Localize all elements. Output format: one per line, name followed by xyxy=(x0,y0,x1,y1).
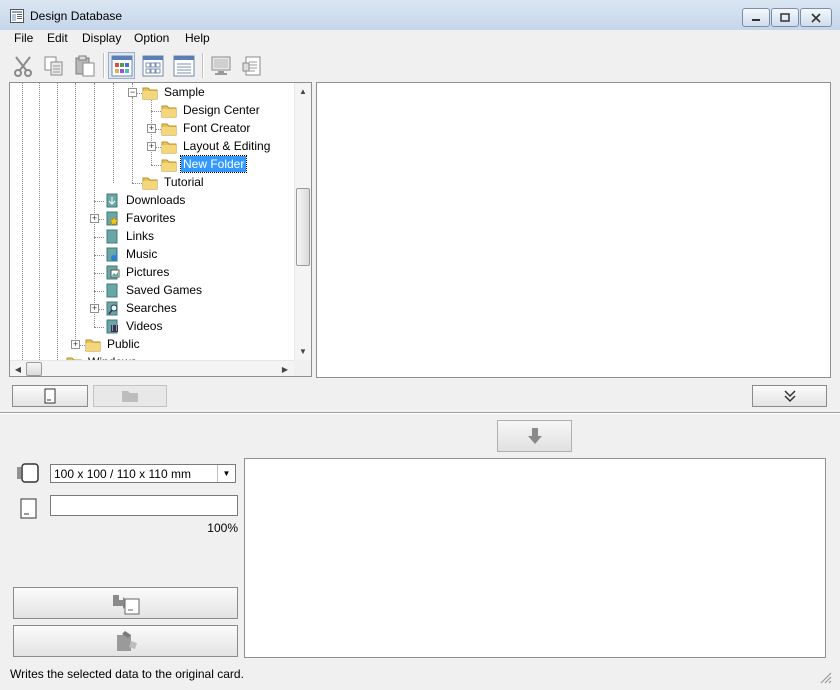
menu-edit[interactable]: Edit xyxy=(46,31,69,45)
maximize-icon xyxy=(780,12,790,22)
tree-expand-layout-editing[interactable]: + xyxy=(147,142,156,151)
write-to-card-icon xyxy=(112,595,139,615)
write-progress-percent: 100% xyxy=(207,521,238,535)
searches-folder-icon xyxy=(106,301,118,316)
folder-icon xyxy=(85,339,101,352)
view-large-icons-button[interactable] xyxy=(108,52,135,79)
write-progress-bar xyxy=(50,495,238,516)
document-properties-icon xyxy=(242,56,260,75)
card-preview-panel[interactable] xyxy=(244,458,826,658)
menu-bar xyxy=(0,30,840,49)
write-to-card-button[interactable] xyxy=(13,587,238,619)
double-chevron-down-icon xyxy=(783,390,796,403)
tree-collapse-sample[interactable]: − xyxy=(128,88,137,97)
folder-icon xyxy=(122,391,138,402)
menu-display[interactable]: Display xyxy=(81,31,122,45)
minimize-icon xyxy=(752,18,760,21)
tree-item-layout-editing[interactable]: Layout & Editing xyxy=(181,138,272,154)
tree-expand-font-creator[interactable]: + xyxy=(147,124,156,133)
small-icons-view-icon xyxy=(142,55,163,76)
scroll-right-icon[interactable]: ▶ xyxy=(278,362,292,376)
tree-item-sample[interactable]: Sample xyxy=(162,84,207,100)
tree-item-font-creator[interactable]: Font Creator xyxy=(181,120,252,136)
card-tool-icon xyxy=(116,631,137,651)
menu-help[interactable]: Help xyxy=(184,31,211,45)
copy-button[interactable] xyxy=(40,52,67,79)
tree-expand-searches[interactable]: + xyxy=(90,304,99,313)
tree-expand-public[interactable]: + xyxy=(71,340,80,349)
tree-item-searches[interactable]: Searches xyxy=(124,300,179,316)
status-text: Writes the selected data to the original… xyxy=(10,667,244,681)
scissors-icon xyxy=(13,55,32,77)
card-size-icon xyxy=(17,463,39,483)
close-button[interactable] xyxy=(800,8,832,27)
tree-item-design-center[interactable]: Design Center xyxy=(181,102,262,118)
tree-item-downloads[interactable]: Downloads xyxy=(124,192,187,208)
menu-file[interactable]: File xyxy=(13,31,34,45)
card-size-select[interactable]: 100 x 100 / 110 x 110 mm ▼ xyxy=(50,464,236,483)
links-folder-icon xyxy=(106,229,118,244)
folder-icon xyxy=(161,105,177,118)
tree-item-saved-games[interactable]: Saved Games xyxy=(124,282,204,298)
view-small-icons-button[interactable] xyxy=(139,52,166,79)
scroll-down-icon[interactable]: ▼ xyxy=(296,344,310,358)
card-icon xyxy=(44,388,56,404)
card-icon xyxy=(20,498,37,519)
title-bar xyxy=(0,0,840,31)
minimize-button[interactable] xyxy=(742,8,770,27)
large-icons-view-icon xyxy=(111,55,132,76)
tree-item-new-folder[interactable]: New Folder xyxy=(179,155,248,173)
preview-button[interactable] xyxy=(207,52,234,79)
expand-panel-button[interactable] xyxy=(752,385,827,407)
copy-icon xyxy=(44,56,62,75)
chevron-down-icon[interactable]: ▼ xyxy=(217,465,235,482)
maximize-button[interactable] xyxy=(771,8,799,27)
menu-option[interactable]: Option xyxy=(133,31,170,45)
card-size-value: 100 x 100 / 110 x 110 mm xyxy=(54,467,191,481)
scroll-left-icon[interactable]: ◀ xyxy=(11,362,25,376)
tree-item-public[interactable]: Public xyxy=(105,336,142,352)
paste-button[interactable] xyxy=(71,52,98,79)
saved-games-folder-icon xyxy=(106,283,118,298)
list-view-icon xyxy=(173,55,194,76)
tree-item-pictures[interactable]: Pictures xyxy=(124,264,171,280)
folder-icon xyxy=(142,87,158,100)
tree-horizontal-scrollbar[interactable]: ◀ ▶ xyxy=(10,360,294,376)
folder-tree[interactable]: − Sample Design Center + Font Creator + … xyxy=(9,82,312,377)
resize-grip-icon[interactable] xyxy=(818,670,832,684)
folder-icon xyxy=(161,159,177,172)
close-icon xyxy=(811,12,821,23)
tree-vertical-scroll-thumb[interactable] xyxy=(296,188,310,266)
card-view-button[interactable] xyxy=(12,385,88,407)
folder-view-button[interactable] xyxy=(93,385,167,407)
tree-expand-favorites[interactable]: + xyxy=(90,214,99,223)
tree-item-videos[interactable]: Videos xyxy=(124,318,164,334)
tree-item-music[interactable]: Music xyxy=(124,246,159,262)
music-folder-icon xyxy=(106,247,118,262)
transfer-down-button[interactable] xyxy=(497,420,572,452)
tree-horizontal-scroll-thumb[interactable] xyxy=(26,362,42,376)
folder-icon xyxy=(142,177,158,190)
tree-item-links[interactable]: Links xyxy=(124,228,156,244)
tree-item-tutorial[interactable]: Tutorial xyxy=(162,174,206,190)
window-title: Design Database xyxy=(30,9,123,23)
tree-item-favorites[interactable]: Favorites xyxy=(124,210,177,226)
properties-button[interactable] xyxy=(238,52,265,79)
videos-folder-icon xyxy=(106,319,118,334)
arrow-down-icon xyxy=(527,428,542,444)
view-list-button[interactable] xyxy=(170,52,197,79)
favorites-folder-icon xyxy=(106,211,119,226)
folder-icon xyxy=(161,123,177,136)
paste-icon xyxy=(75,55,94,76)
scroll-up-icon[interactable]: ▲ xyxy=(296,84,310,98)
file-list-panel[interactable] xyxy=(316,82,831,378)
tree-vertical-scrollbar[interactable]: ▲ ▼ xyxy=(294,83,311,360)
folder-icon xyxy=(161,141,177,154)
downloads-folder-icon xyxy=(106,193,118,208)
pictures-folder-icon xyxy=(106,265,120,280)
card-tool-button[interactable] xyxy=(13,625,238,657)
cut-button[interactable] xyxy=(9,52,36,79)
monitor-icon xyxy=(211,56,230,75)
app-icon xyxy=(10,9,24,23)
